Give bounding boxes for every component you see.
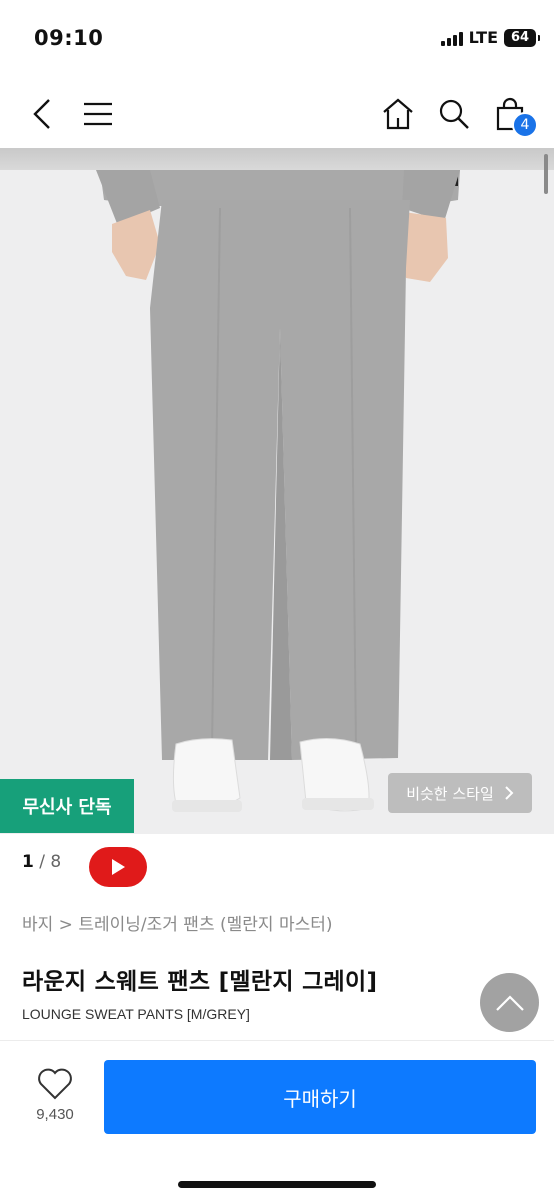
pager-total: 8 — [50, 852, 62, 872]
nav-bar: 4 — [0, 80, 554, 148]
product-subtitle: LOUNGE SWEAT PANTS [M/GREY] — [22, 1006, 250, 1022]
similar-style-button[interactable]: 비슷한 스타일 — [388, 773, 532, 813]
search-icon — [439, 99, 469, 129]
similar-style-label: 비슷한 스타일 — [406, 784, 494, 803]
menu-button[interactable] — [74, 90, 122, 138]
status-time: 09:10 — [34, 26, 104, 50]
heart-icon — [38, 1068, 72, 1100]
cart-count-badge: 4 — [512, 112, 538, 138]
product-photo — [96, 170, 460, 812]
scroll-to-top-button[interactable] — [480, 973, 539, 1032]
battery-icon: 64 — [504, 28, 540, 47]
home-button[interactable] — [374, 90, 422, 138]
video-button[interactable] — [89, 847, 147, 887]
status-bar: 09:10 LTE 64 — [0, 0, 554, 80]
search-button[interactable] — [430, 90, 478, 138]
play-icon — [112, 859, 125, 875]
product-image[interactable] — [0, 148, 554, 834]
pager-current: 1 — [22, 852, 34, 872]
back-icon — [33, 99, 50, 129]
like-button[interactable]: 9,430 — [22, 1068, 88, 1132]
signal-icon — [440, 30, 463, 46]
buy-button[interactable]: 구매하기 — [104, 1060, 536, 1134]
cart-button[interactable]: 4 — [486, 90, 538, 138]
chevron-up-icon — [495, 994, 524, 1011]
home-indicator — [178, 1181, 376, 1188]
image-pager: 1 / 8 — [22, 852, 61, 872]
product-title: 라운지 스웨트 팬츠 [멜란지 그레이] — [22, 969, 378, 995]
chevron-right-icon — [505, 786, 514, 800]
breadcrumb[interactable]: 바지 > 트레이닝/조거 팬츠 (멜란지 마스터) — [22, 910, 333, 935]
like-count: 9,430 — [36, 1106, 74, 1123]
pager-separator: / — [33, 852, 51, 872]
home-icon — [383, 98, 413, 130]
divider — [0, 1040, 554, 1041]
status-indicators: LTE 64 — [440, 28, 540, 47]
menu-icon — [84, 102, 112, 126]
back-button[interactable] — [18, 90, 66, 138]
network-label: LTE — [468, 28, 498, 47]
exclusive-badge: 무신사 단독 — [0, 779, 134, 833]
